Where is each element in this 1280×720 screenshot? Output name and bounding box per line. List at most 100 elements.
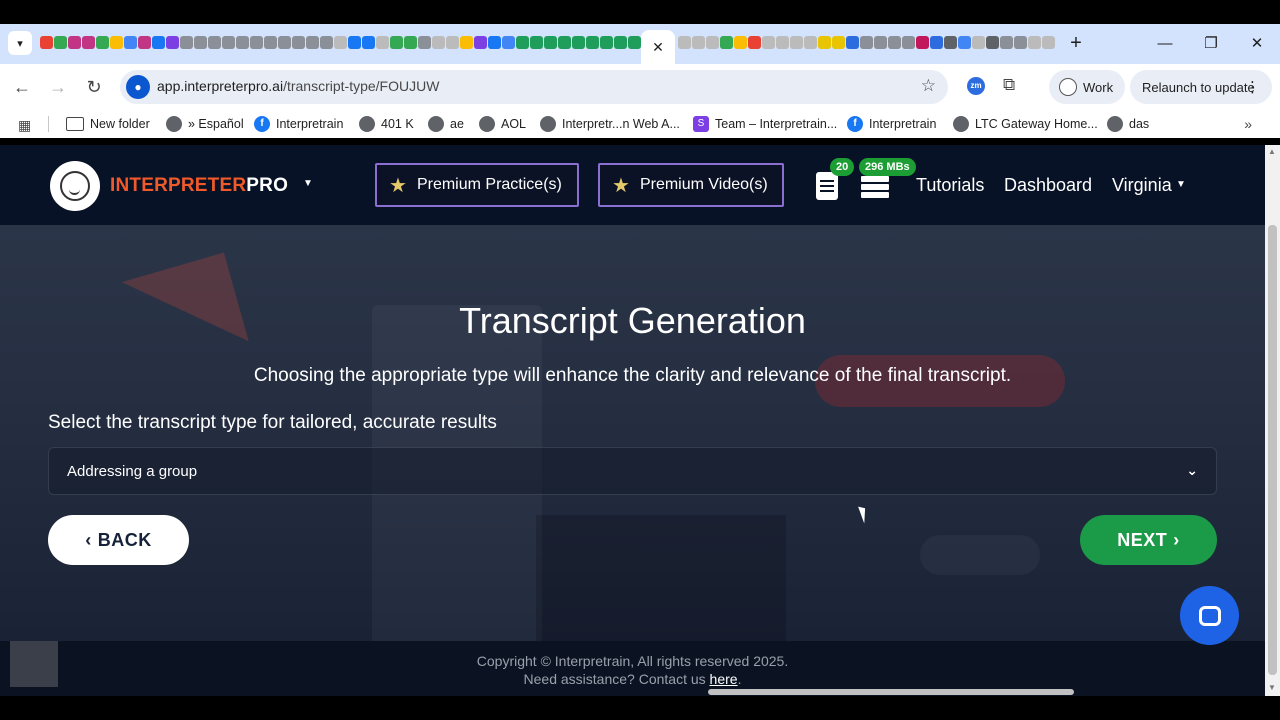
chat-bubble-icon: [1198, 605, 1221, 626]
chevron-down-icon: ⌄: [1186, 462, 1198, 478]
bookmark-item[interactable]: LTC Gateway Home...: [953, 114, 1098, 134]
nav-tutorials[interactable]: Tutorials: [916, 175, 984, 196]
contact-here-link[interactable]: here: [710, 671, 738, 687]
transcripts-icon[interactable]: [816, 172, 838, 200]
bookmark-item[interactable]: ae: [428, 114, 464, 134]
brand-caret-icon[interactable]: ▼: [303, 178, 313, 189]
address-bar[interactable]: ● app.interpreterpro.ai/transcript-type/…: [120, 70, 948, 104]
brand-part-1: INTERPRETER: [110, 175, 247, 196]
storage-icon[interactable]: [861, 176, 889, 202]
reload-icon[interactable]: ↻: [83, 76, 105, 98]
cloud-decoration: [920, 535, 1040, 575]
back-arrow-icon[interactable]: ←: [11, 76, 33, 98]
bookmarks-bar: ▦ New folder » Español f Interpretrain 40…: [0, 110, 1280, 138]
next-button[interactable]: NEXT ›: [1080, 515, 1217, 565]
assistance-text: Need assistance? Contact us here.: [0, 671, 1265, 687]
microphone-icon[interactable]: ●: [126, 75, 150, 99]
brand-name[interactable]: INTERPRETERPRO: [110, 175, 288, 197]
profile-label: Work: [1083, 79, 1114, 95]
premium-practice-label: Premium Practice(s): [416, 176, 562, 193]
relaunch-button[interactable]: Relaunch to update ⋮: [1130, 70, 1272, 104]
chevron-left-icon: ‹: [85, 529, 92, 550]
transcript-type-select[interactable]: Addressing a group ⌄: [48, 447, 1217, 495]
globe-icon: [428, 116, 444, 132]
mouse-cursor-icon: [858, 504, 870, 524]
bookmark-item[interactable]: New folder: [66, 114, 150, 134]
tab-strip: ▾ ✕ + — ❐ ✕: [0, 24, 1280, 64]
pinned-tab-favicons[interactable]: [40, 36, 656, 52]
bookmark-label: Interpretrain: [276, 117, 344, 131]
transcript-type-label: Select the transcript type for tailored,…: [48, 412, 497, 433]
bookmarks-divider: [48, 116, 49, 132]
globe-icon: [1107, 116, 1123, 132]
url-path: /transcript-type/FOUJUW: [283, 78, 440, 94]
bookmark-item[interactable]: 401 K: [359, 114, 414, 134]
close-icon[interactable]: ✕: [1245, 32, 1269, 56]
profile-avatar-icon: [1059, 78, 1077, 96]
vertical-scrollbar[interactable]: ▲ ▼: [1265, 145, 1280, 696]
transcript-type-value: Addressing a group: [67, 463, 198, 480]
background-shape-decoration: [536, 515, 786, 641]
site-navbar: INTERPRETERPRO ▼ ★ Premium Practice(s) ★ P…: [0, 145, 1265, 225]
globe-icon: [540, 116, 556, 132]
bookmark-item[interactable]: » Español: [166, 114, 244, 134]
apps-grid-icon[interactable]: ▦: [18, 117, 31, 134]
transcripts-count-badge: 20: [830, 158, 855, 176]
restore-icon[interactable]: ❐: [1199, 32, 1223, 56]
bookmark-item[interactable]: Interpretr...n Web A...: [540, 114, 680, 134]
premium-video-button[interactable]: ★ Premium Video(s): [598, 163, 784, 207]
new-tab-button[interactable]: +: [1066, 33, 1086, 53]
scroll-down-icon[interactable]: ▼: [1268, 683, 1276, 692]
extensions-puzzle-icon[interactable]: ⧉: [1003, 75, 1015, 95]
globe-icon: [953, 116, 969, 132]
scrollbar-thumb[interactable]: [1268, 225, 1277, 675]
bookmark-label: 401 K: [381, 117, 414, 131]
user-caret-icon[interactable]: ▼: [1176, 179, 1186, 190]
back-button[interactable]: ‹ BACK: [48, 515, 189, 565]
bookmark-label: AOL: [501, 117, 527, 131]
zoom-extension-icon[interactable]: zm: [967, 77, 985, 95]
bookmark-label: » Español: [188, 117, 244, 131]
bookmark-item[interactable]: AOL: [479, 114, 526, 134]
site-footer: Copyright © Interpretrain, All rights re…: [0, 641, 1265, 696]
bookmark-item[interactable]: f Interpretrain: [254, 114, 343, 134]
back-label: BACK: [97, 529, 152, 550]
chat-button[interactable]: [1180, 586, 1239, 645]
premium-practice-button[interactable]: ★ Premium Practice(s): [375, 163, 579, 207]
bookmark-label: Interpretrain: [869, 117, 937, 131]
forward-arrow-icon[interactable]: →: [47, 76, 69, 98]
web-page: INTERPRETERPRO ▼ ★ Premium Practice(s) ★ P…: [0, 145, 1265, 696]
active-tab-close-icon[interactable]: ✕: [641, 30, 675, 64]
horizontal-scrollbar-thumb[interactable]: [708, 689, 1074, 695]
page-title: Transcript Generation: [459, 300, 806, 341]
globe-icon: [479, 116, 495, 132]
headset-face-icon: [60, 171, 90, 201]
relaunch-label: Relaunch to update: [1142, 79, 1255, 95]
logo[interactable]: [50, 161, 100, 211]
bookmark-item[interactable]: S Team – Interpretrain...: [693, 114, 837, 134]
star-icon: ★: [389, 174, 407, 197]
bookmark-star-icon[interactable]: ☆: [921, 76, 936, 96]
copyright-text: Copyright © Interpretrain, All rights re…: [476, 653, 789, 669]
minimize-icon[interactable]: —: [1153, 32, 1177, 56]
bookmark-item[interactable]: das: [1107, 114, 1149, 134]
nav-dashboard[interactable]: Dashboard: [1004, 175, 1092, 196]
hero-section: Transcript Generation Choosing the appro…: [0, 225, 1265, 641]
background-tab-favicons[interactable]: [678, 36, 1056, 52]
premium-video-label: Premium Video(s): [639, 176, 768, 193]
scroll-up-icon[interactable]: ▲: [1268, 147, 1276, 156]
more-bookmarks-icon[interactable]: »: [1244, 116, 1252, 132]
bookmark-item[interactable]: f Interpretrain: [847, 114, 936, 134]
facebook-icon: f: [254, 116, 270, 132]
star-icon: ★: [612, 174, 630, 197]
nav-user-menu[interactable]: Virginia: [1112, 175, 1172, 196]
assist-suffix: .: [737, 671, 742, 687]
profile-button[interactable]: Work: [1049, 70, 1125, 104]
tab-search-icon[interactable]: ▾: [8, 31, 32, 55]
url-text[interactable]: app.interpreterpro.ai/transcript-type/FO…: [157, 78, 439, 94]
bookmark-label: das: [1129, 117, 1150, 131]
menu-dots-icon[interactable]: ⋮: [1245, 78, 1260, 96]
browser-toolbar: ← → ↻ ● app.interpreterpro.ai/transcript…: [0, 64, 1280, 110]
s-icon: S: [693, 116, 709, 132]
brand-part-2: PRO: [246, 175, 289, 196]
